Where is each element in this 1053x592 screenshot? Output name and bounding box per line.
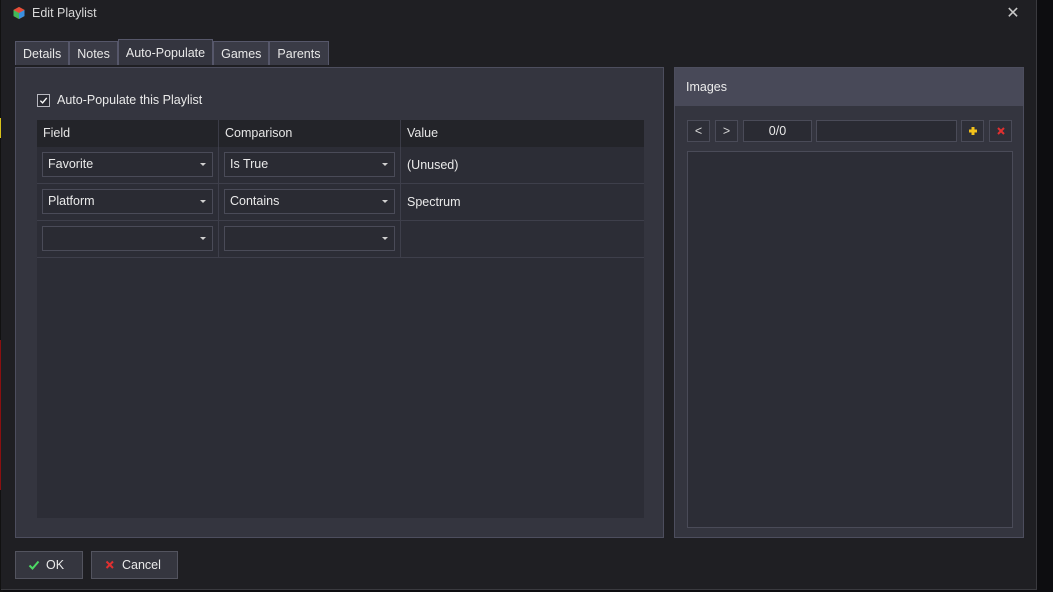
close-button[interactable]: ✕: [1001, 3, 1025, 25]
auto-populate-checkbox[interactable]: [37, 93, 50, 107]
column-header-field[interactable]: Field: [37, 120, 219, 147]
value-text: Spectrum: [407, 195, 461, 209]
column-header-comparison[interactable]: Comparison: [219, 120, 401, 147]
rule-row: Favorite Is True (Unused): [37, 147, 644, 184]
next-icon: >: [722, 124, 731, 138]
rules-grid: Field Comparison Value Favorite Is True: [37, 120, 644, 518]
previous-icon: <: [694, 124, 703, 138]
images-title: Images: [686, 80, 727, 94]
comparison-cell: [219, 221, 401, 257]
chevron-down-icon: [200, 163, 206, 166]
rule-row: Platform Contains Spectrum: [37, 184, 644, 221]
column-header-value[interactable]: Value: [401, 120, 644, 147]
field-dropdown[interactable]: [42, 226, 213, 251]
comparison-cell: Contains: [219, 184, 401, 220]
tab-strip: Details Notes Auto-Populate Games Parent…: [15, 39, 329, 67]
next-image-button[interactable]: >: [715, 120, 738, 142]
value-cell[interactable]: (Unused): [401, 147, 644, 183]
field-dropdown[interactable]: Platform: [42, 189, 213, 214]
cancel-label: Cancel: [122, 558, 161, 572]
auto-populate-panel: Auto-Populate this Playlist Field Compar…: [15, 67, 664, 538]
tab-notes[interactable]: Notes: [69, 41, 118, 65]
chevron-down-icon: [382, 237, 388, 240]
image-type-field[interactable]: [816, 120, 957, 142]
chevron-down-icon: [200, 237, 206, 240]
plus-icon: [968, 127, 977, 135]
cancel-button[interactable]: Cancel: [91, 551, 178, 579]
tab-details[interactable]: Details: [15, 41, 70, 65]
field-cell: Platform: [37, 184, 219, 220]
field-dropdown-value: Platform: [48, 194, 95, 208]
x-icon: [105, 560, 114, 569]
field-dropdown[interactable]: Favorite: [42, 152, 213, 177]
value-text: (Unused): [407, 158, 459, 172]
comparison-dropdown-value: Contains: [230, 194, 280, 208]
rule-row-new: [37, 221, 644, 258]
field-dropdown-value: Favorite: [48, 157, 94, 171]
comparison-cell: Is True: [219, 147, 401, 183]
field-cell: [37, 221, 219, 257]
x-icon: [996, 127, 1005, 135]
images-header: Images: [675, 68, 1023, 106]
comparison-dropdown-value: Is True: [230, 157, 269, 171]
auto-populate-label: Auto-Populate this Playlist: [57, 93, 203, 107]
comparison-dropdown[interactable]: Contains: [224, 189, 395, 214]
title-bar: Edit Playlist ✕: [1, 0, 1036, 28]
grid-header: Field Comparison Value: [37, 120, 644, 147]
launchbox-app-icon: [13, 7, 25, 19]
checkmark-icon: [39, 97, 48, 104]
image-preview-area[interactable]: [687, 151, 1013, 528]
ok-label: OK: [46, 558, 65, 572]
add-image-button[interactable]: [961, 120, 984, 142]
previous-image-button[interactable]: <: [687, 120, 710, 142]
images-panel: Images < > 0/0: [674, 67, 1024, 538]
close-icon: ✕: [1006, 5, 1020, 22]
value-cell[interactable]: Spectrum: [401, 184, 644, 220]
checkmark-icon: [28, 560, 40, 570]
ok-button[interactable]: OK: [15, 551, 83, 579]
edit-playlist-dialog: Edit Playlist ✕ Details Notes Auto-Popul…: [1, 0, 1037, 590]
tab-parents[interactable]: Parents: [269, 41, 329, 65]
tab-auto-populate[interactable]: Auto-Populate: [117, 39, 214, 65]
image-counter: 0/0: [743, 120, 812, 142]
comparison-dropdown[interactable]: [224, 226, 395, 251]
chevron-down-icon: [382, 200, 388, 203]
field-cell: Favorite: [37, 147, 219, 183]
window-title: Edit Playlist: [32, 6, 97, 20]
tab-games[interactable]: Games: [213, 41, 270, 65]
comparison-dropdown[interactable]: Is True: [224, 152, 395, 177]
chevron-down-icon: [200, 200, 206, 203]
auto-populate-checkbox-row[interactable]: Auto-Populate this Playlist: [37, 93, 202, 107]
remove-image-button[interactable]: [989, 120, 1012, 142]
chevron-down-icon: [382, 163, 388, 166]
value-cell[interactable]: [401, 221, 644, 257]
